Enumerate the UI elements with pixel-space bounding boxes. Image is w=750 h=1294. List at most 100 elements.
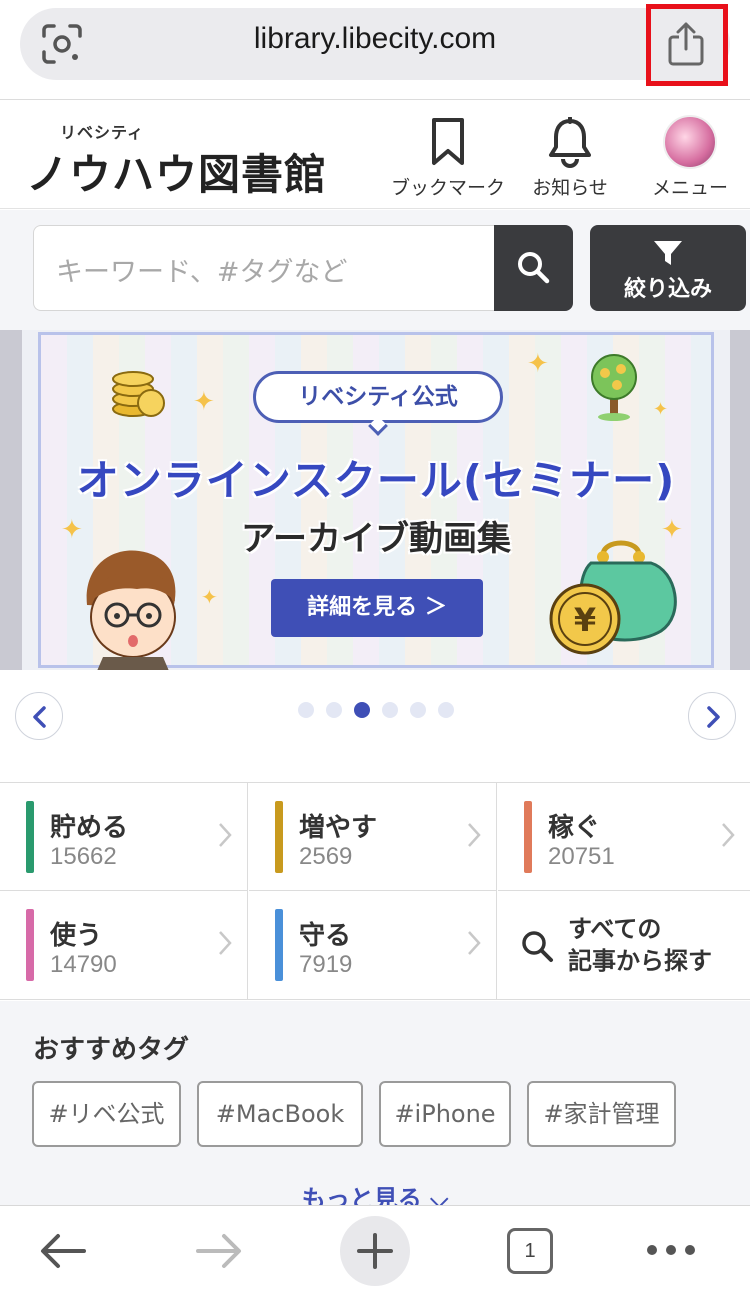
coins-icon: [112, 371, 165, 417]
money-tree-icon: [591, 354, 637, 421]
logo-subtitle: リベシティ: [60, 123, 145, 142]
chevron-right-icon: [722, 823, 735, 847]
banner-slide[interactable]: ✦ ✦ ✦ ✦ ✦ ✦ リベシティ公式 オンラインスクール(セミナー) アーカイ…: [38, 332, 714, 670]
banner-carousel: ✦ ✦ ✦ ✦ ✦ ✦ リベシティ公式 オンラインスクール(セミナー) アーカイ…: [0, 330, 750, 670]
chevron-right-icon: [219, 823, 232, 847]
sparkle-icon: ✦: [527, 349, 549, 379]
bookmark-icon: [432, 118, 464, 165]
chevron-left-icon: [33, 706, 46, 728]
filter-label: 絞り込み: [623, 277, 712, 302]
carousel-next-button[interactable]: [688, 692, 736, 740]
notifications-label: お知らせ: [532, 177, 608, 199]
tab-switcher-button[interactable]: 1: [507, 1228, 553, 1274]
share-icon: [668, 22, 704, 66]
category-count: 7919: [299, 951, 353, 978]
search-placeholder: キーワード、#タグなど: [56, 257, 348, 288]
site-logo[interactable]: リベシティ ノウハウ図書館: [26, 119, 326, 199]
search-all-label: すべての 記事から探す: [568, 913, 712, 977]
chevron-right-icon: [468, 823, 481, 847]
category-count: 15662: [50, 843, 117, 870]
category-fuyasu[interactable]: 増やす 2569: [249, 783, 497, 891]
site-header: リベシティ ノウハウ図書館 ブックマーク お知らせ メニュー: [0, 101, 750, 209]
carousel-dot[interactable]: [410, 702, 426, 718]
search-all-articles-button[interactable]: すべての 記事から探す: [498, 891, 750, 999]
category-name: 使う: [50, 921, 103, 951]
recommended-tags: おすすめタグ #リベ公式 #MacBook #iPhone #家計管理 もっと見…: [0, 1001, 750, 1213]
chevron-right-icon: [707, 706, 720, 728]
category-color-bar: [524, 801, 532, 873]
category-count: 20751: [548, 843, 615, 870]
browser-toolbar: 1: [0, 1205, 750, 1294]
sparkle-icon: ✦: [653, 399, 669, 420]
more-dots-icon: [647, 1245, 695, 1255]
arrow-left-icon: [41, 1234, 86, 1268]
tag-chip[interactable]: #MacBook: [197, 1081, 363, 1147]
chevron-right-icon: [468, 931, 481, 955]
sparkle-icon: ✦: [201, 585, 218, 609]
carousel-dot[interactable]: [298, 702, 314, 718]
category-name: 貯める: [50, 813, 129, 843]
category-count: 2569: [299, 843, 353, 870]
category-tsukau[interactable]: 使う 14790: [0, 891, 248, 999]
back-button[interactable]: [30, 1206, 100, 1294]
category-color-bar: [26, 909, 34, 981]
new-tab-button[interactable]: [340, 1216, 410, 1286]
carousel-prev-button[interactable]: [15, 692, 63, 740]
svg-text:¥: ¥: [574, 601, 596, 639]
category-tameru[interactable]: 貯める 15662: [0, 783, 248, 891]
avatar: [663, 115, 717, 169]
arrow-right-icon: [196, 1234, 241, 1268]
more-options-button[interactable]: [636, 1206, 706, 1294]
carousel-dot[interactable]: [438, 702, 454, 718]
detail-button[interactable]: 詳細を見る ＞: [271, 579, 483, 637]
category-grid: 貯める 15662 増やす 2569 稼ぐ 20751 使う 14790 守る …: [0, 782, 750, 1000]
notifications-button[interactable]: お知らせ: [522, 111, 618, 201]
search-icon: [518, 252, 550, 284]
next-slide-peek[interactable]: [730, 330, 750, 670]
tag-chip[interactable]: #iPhone: [379, 1081, 511, 1147]
bell-icon: [549, 117, 591, 168]
category-name: 稼ぐ: [548, 813, 601, 843]
category-name: 増やす: [299, 813, 378, 843]
previous-slide-peek[interactable]: [0, 330, 22, 670]
sparkle-icon: ✦: [193, 387, 215, 417]
bookmark-label: ブックマーク: [390, 177, 505, 199]
share-button[interactable]: [646, 4, 728, 86]
search-button[interactable]: [494, 225, 573, 311]
category-color-bar: [26, 801, 34, 873]
category-color-bar: [275, 909, 283, 981]
carousel-dots: [294, 702, 464, 722]
category-color-bar: [275, 801, 283, 873]
url-text[interactable]: library.libecity.com: [130, 22, 620, 56]
bookmark-button[interactable]: ブックマーク: [386, 111, 510, 201]
tag-chip[interactable]: #家計管理: [527, 1081, 676, 1147]
tag-chip[interactable]: #リベ公式: [32, 1081, 181, 1147]
forward-button[interactable]: [186, 1206, 256, 1294]
filter-button[interactable]: 絞り込み: [590, 225, 746, 311]
search-icon: [522, 931, 553, 962]
filter-icon: [654, 241, 682, 265]
logo-title: ノウハウ図書館: [26, 150, 328, 199]
google-lens-icon[interactable]: [40, 22, 84, 66]
category-count: 14790: [50, 951, 117, 978]
search-all-line1: すべての: [568, 915, 662, 943]
category-name: 守る: [299, 921, 352, 951]
chevron-right-icon: [219, 931, 232, 955]
carousel-dot-active[interactable]: [354, 702, 370, 718]
purse-coin-icon: ¥: [549, 540, 677, 655]
category-mamoru[interactable]: 守る 7919: [249, 891, 497, 999]
banner-title: オンラインスクール(セミナー): [76, 456, 676, 505]
search-area: キーワード、#タグなど 絞り込み: [0, 210, 750, 330]
menu-button[interactable]: メニュー: [644, 111, 736, 201]
character-illustration: [86, 550, 176, 670]
carousel-navigation: [0, 670, 750, 782]
browser-address-bar: library.libecity.com: [0, 0, 750, 100]
search-input[interactable]: キーワード、#タグなど: [33, 225, 495, 311]
category-kasegu[interactable]: 稼ぐ 20751: [498, 783, 750, 891]
carousel-dot[interactable]: [382, 702, 398, 718]
search-all-line2: 記事から探す: [568, 947, 712, 975]
plus-icon: [357, 1233, 393, 1269]
tags-heading: おすすめタグ: [33, 1035, 190, 1065]
carousel-dot[interactable]: [326, 702, 342, 718]
menu-label: メニュー: [651, 177, 728, 199]
